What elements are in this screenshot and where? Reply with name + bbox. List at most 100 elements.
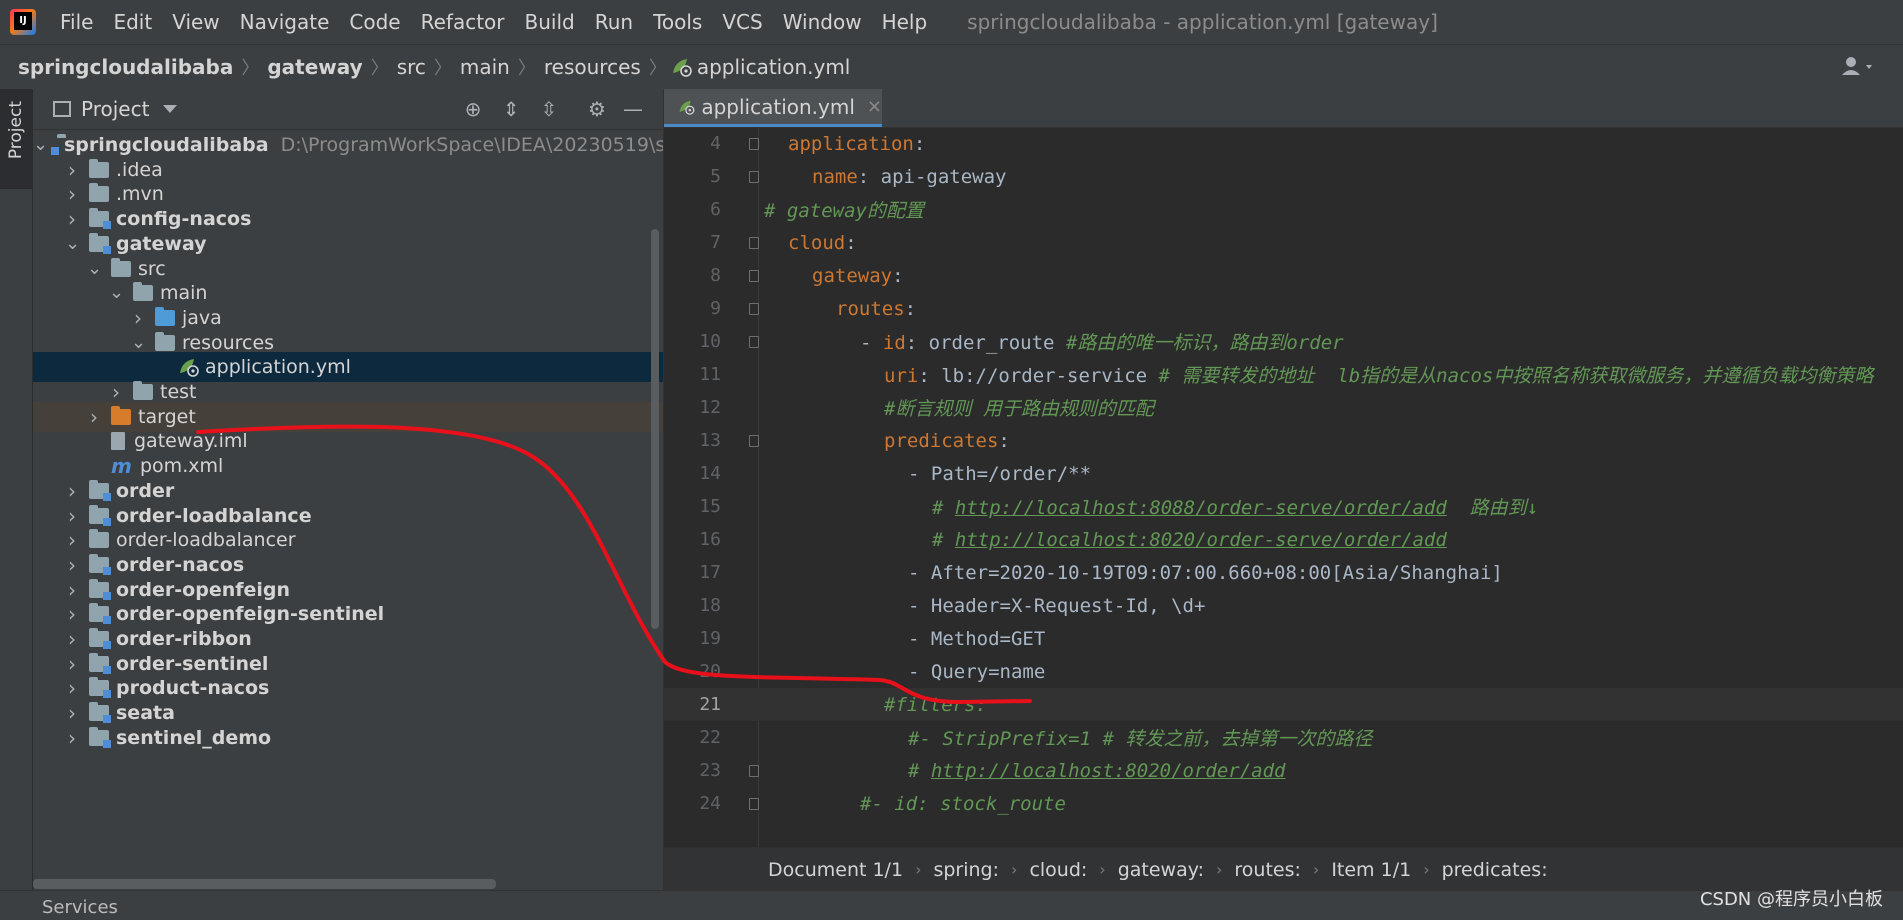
fold-marker-icon[interactable] — [749, 336, 759, 348]
code-line[interactable]: 18 - Header=X-Request-Id, \d+ — [664, 589, 1903, 622]
menu-file[interactable]: File — [50, 10, 103, 34]
breadcrumb-item[interactable]: springcloudalibaba — [14, 55, 237, 79]
fold-marker-icon[interactable] — [749, 138, 759, 150]
code-token: #断言规则 用于路由规则的匹配 — [884, 398, 1154, 420]
breadcrumb-item[interactable]: application.yml — [693, 55, 855, 79]
structure-item[interactable]: routes: — [1230, 859, 1305, 881]
fold-marker-icon[interactable] — [749, 270, 759, 282]
chevron-right-icon[interactable]: › — [65, 530, 79, 550]
code-line[interactable]: 12 #断言规则 用于路由规则的匹配 — [664, 391, 1903, 424]
chevron-right-icon[interactable]: › — [65, 555, 79, 575]
structure-item[interactable]: gateway: — [1114, 859, 1208, 881]
fold-marker-icon[interactable] — [749, 435, 759, 447]
code-line[interactable]: 11 uri: lb://order-service # 需要转发的地址 lb指的… — [664, 358, 1903, 391]
chevron-down-icon[interactable]: ⌄ — [65, 234, 80, 252]
breadcrumb-item[interactable]: resources — [540, 55, 645, 79]
bottom-tool-bar: Services — [0, 890, 1903, 920]
chevron-right-icon[interactable]: › — [65, 678, 79, 698]
code-line[interactable]: 13 predicates: — [664, 424, 1903, 457]
chevron-right-icon[interactable]: › — [65, 728, 79, 748]
breadcrumb-item[interactable]: gateway — [263, 55, 366, 79]
menu-tools[interactable]: Tools — [643, 10, 712, 34]
code-line[interactable]: 24 #- id: stock_route — [664, 787, 1903, 820]
code-line[interactable]: 5 name: api-gateway — [664, 160, 1903, 193]
code-line[interactable]: 9 routes: — [664, 292, 1903, 325]
tree-horizontal-scrollbar[interactable] — [33, 879, 496, 889]
fold-marker-icon[interactable] — [749, 765, 759, 777]
hide-panel-icon[interactable]: — — [621, 97, 645, 121]
structure-item[interactable]: spring: — [929, 859, 1003, 881]
chevron-right-icon[interactable]: › — [65, 629, 79, 649]
code-token[interactable]: http://localhost:8020/order/add — [931, 760, 1286, 782]
tree-node[interactable]: › sentinel_demo — [33, 723, 663, 753]
menu-run[interactable]: Run — [585, 10, 643, 34]
code-line[interactable]: 7 cloud: — [664, 226, 1903, 259]
chevron-down-icon[interactable]: ⌄ — [33, 136, 48, 154]
close-icon[interactable]: × — [867, 96, 882, 117]
chevron-right-icon[interactable]: › — [65, 506, 79, 526]
chevron-down-icon[interactable] — [163, 105, 178, 113]
breadcrumb-item[interactable]: src — [393, 55, 430, 79]
code-line[interactable]: 23 # http://localhost:8020/order/add — [664, 754, 1903, 787]
code-line[interactable]: 8 gateway: — [664, 259, 1903, 292]
code-token: # — [932, 528, 955, 551]
code-line[interactable]: 20 - Query=name — [664, 655, 1903, 688]
breadcrumb-item[interactable]: main — [456, 55, 514, 79]
code-line[interactable]: 15 # http://localhost:8088/order-serve/or… — [664, 490, 1903, 523]
code-line[interactable]: 21 #filters: — [664, 688, 1903, 721]
user-settings-icon[interactable] — [1839, 55, 1879, 79]
chevron-right-icon[interactable]: › — [65, 604, 79, 624]
menu-build[interactable]: Build — [515, 10, 585, 34]
chevron-right-icon[interactable]: › — [65, 580, 79, 600]
code-line[interactable]: 17 - After=2020-10-19T09:07:00.660+08:00[… — [664, 556, 1903, 589]
code-line[interactable]: 14 - Path=/order/** — [664, 457, 1903, 490]
structure-item[interactable]: predicates: — [1438, 859, 1552, 881]
services-tab[interactable]: Services — [42, 897, 118, 918]
code-line[interactable]: 4 application: — [664, 127, 1903, 160]
gear-icon[interactable]: ⚙ — [585, 97, 609, 121]
chevron-down-icon[interactable]: ⌄ — [87, 259, 102, 277]
structure-item[interactable]: Item 1/1 — [1327, 859, 1415, 881]
menu-refactor[interactable]: Refactor — [411, 10, 515, 34]
chevron-right-icon[interactable]: › — [131, 308, 145, 328]
menu-code[interactable]: Code — [339, 10, 410, 34]
code-line[interactable]: 22 #- StripPrefix=1 # 转发之前，去掉第一次的路径 — [664, 721, 1903, 754]
menu-window[interactable]: Window — [773, 10, 872, 34]
code-token[interactable]: http://localhost:8088/order-serve/order/… — [955, 497, 1447, 519]
menu-navigate[interactable]: Navigate — [230, 10, 340, 34]
menu-edit[interactable]: Edit — [103, 10, 162, 34]
code-line[interactable]: 19 - Method=GET — [664, 622, 1903, 655]
chevron-down-icon[interactable]: ⌄ — [109, 284, 124, 302]
chevron-right-icon[interactable]: › — [65, 160, 79, 180]
module-folder-icon — [89, 603, 111, 625]
tab-application-yml[interactable]: application.yml × — [664, 89, 882, 127]
structure-item[interactable]: cloud: — [1025, 859, 1091, 881]
fold-marker-icon[interactable] — [749, 237, 759, 249]
chevron-right-icon[interactable]: › — [109, 382, 123, 402]
chevron-down-icon[interactable]: ⌄ — [131, 333, 146, 351]
fold-marker-icon[interactable] — [749, 303, 759, 315]
code-line[interactable]: 10 - id: order_route #路由的唯一标识，路由到order — [664, 325, 1903, 358]
code-token[interactable]: http://localhost:8020/order-serve/order/… — [955, 529, 1447, 551]
chevron-right-icon[interactable]: › — [65, 481, 79, 501]
chevron-right-icon[interactable]: › — [65, 184, 79, 204]
code-line[interactable]: 6 # gateway的配置 — [664, 193, 1903, 226]
chevron-right-icon[interactable]: › — [65, 209, 79, 229]
code-editor[interactable]: 4 application: 5 name: api-gateway 6 # gatewa… — [664, 127, 1903, 847]
fold-marker-icon[interactable] — [749, 798, 759, 810]
menu-vcs[interactable]: VCS — [712, 10, 772, 34]
fold-marker-icon[interactable] — [749, 171, 759, 183]
locate-file-icon[interactable]: ⊕ — [461, 97, 485, 121]
menu-help[interactable]: Help — [872, 10, 938, 34]
structure-item[interactable]: Document 1/1 — [764, 859, 907, 881]
chevron-right-icon[interactable]: › — [65, 703, 79, 723]
collapse-all-icon[interactable]: ⇳ — [537, 97, 561, 121]
menu-view[interactable]: View — [162, 10, 229, 34]
expand-all-icon[interactable]: ⇕ — [499, 97, 523, 121]
project-tool-tab[interactable]: Project — [0, 89, 32, 189]
tree-vertical-scrollbar[interactable] — [651, 229, 659, 629]
project-panel-title[interactable]: Project — [81, 97, 149, 121]
chevron-right-icon[interactable]: › — [65, 654, 79, 674]
chevron-right-icon[interactable]: › — [87, 407, 101, 427]
code-line[interactable]: 16 # http://localhost:8020/order-serve/or… — [664, 523, 1903, 556]
